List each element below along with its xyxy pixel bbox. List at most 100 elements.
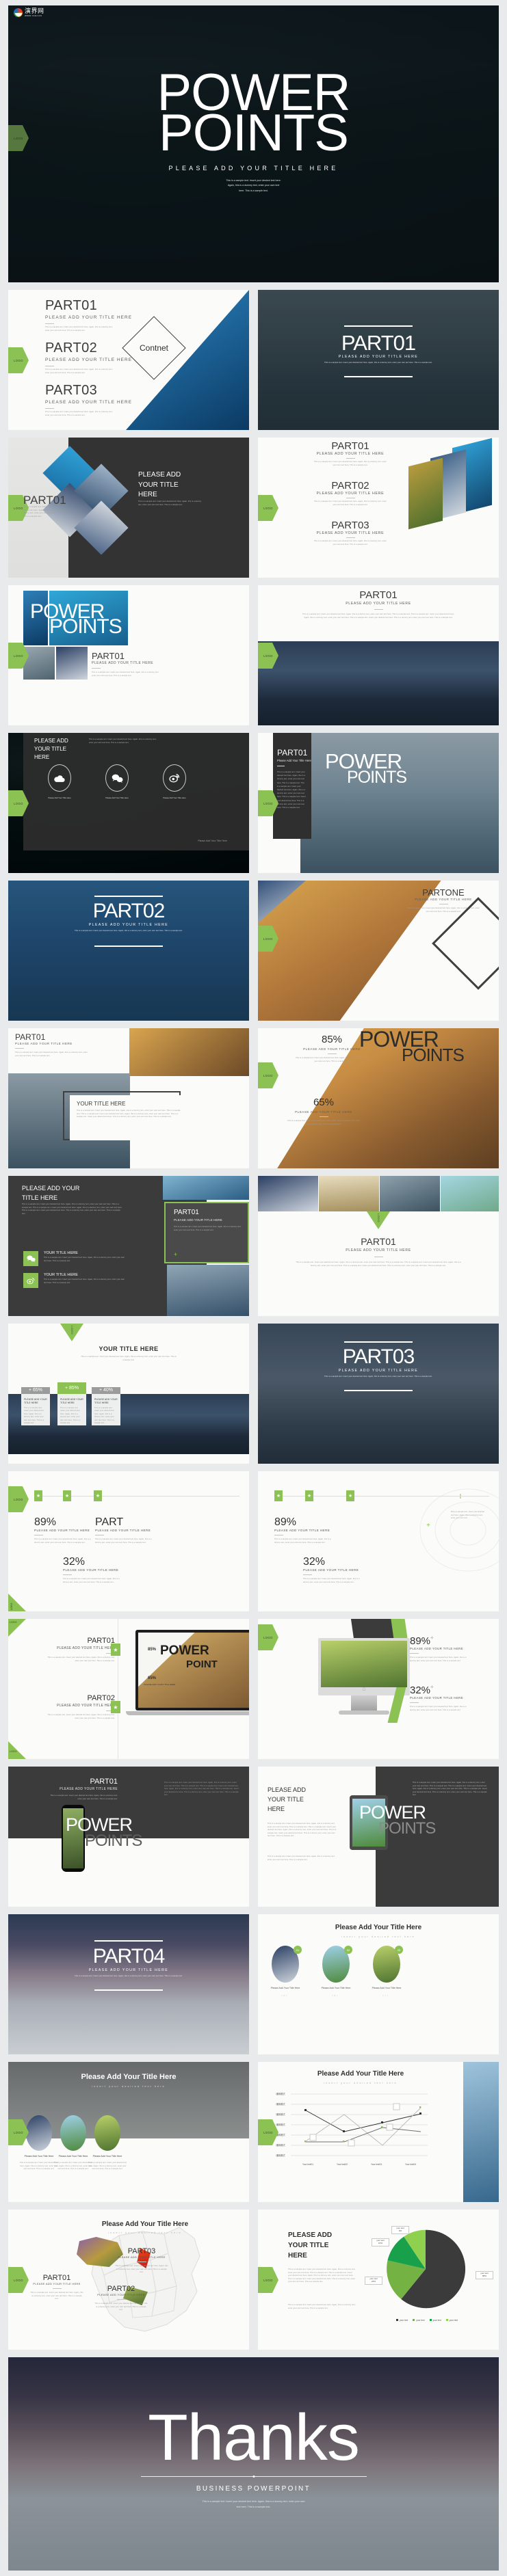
agenda-part-label: PART03 [45,383,98,398]
social-item[interactable]: Please Add Your Title Here [48,764,71,799]
slide-imac-mock[interactable]: LOGO  89% + PLEASE ADD YOUR TITLE HERE … [258,1619,499,1759]
kpi-value: + 85% [57,1382,86,1394]
stat-block[interactable]: 32% PLEASE ADD YOUR TITLE HERE This is a… [303,1556,366,1584]
imac-stat[interactable]: 89% + PLEASE ADD YOUR TITLE HERE This is… [410,1635,492,1663]
dark-row-title: YOUR TITLE HERE [44,1251,78,1255]
template-preview-sheet: 演界网 WWW.YANJ.CN LOGO POWER POINTS PLEASE… [0,0,507,2576]
slide-map[interactable]: LOGO Please Add Your Title Here insert y… [8,2210,249,2350]
slide-two-stats-left[interactable]: LOGO LOGO ★ ★ ★ 89% PLEASE ADD YOUR TITL… [8,1471,249,1611]
star-icon[interactable]: ★ [111,1643,120,1656]
slide-cover[interactable]: 演界网 WWW.YANJ.CN LOGO POWER POINTS PLEASE… [8,5,499,282]
social-item[interactable]: Please Add Your Title Here [163,764,186,799]
slide-agenda[interactable]: Contnet LOGO PART01 PLEASE ADD YOUR TITL… [8,290,249,430]
star-icon[interactable]: ★ [305,1490,313,1501]
agenda-item[interactable]: PART03 PLEASE ADD YOUR TITLE HERE This i… [45,383,132,417]
star-icon[interactable]: ★ [63,1490,71,1501]
logo-badge[interactable]: LOGO [60,1324,83,1341]
dark-list-row[interactable]: YOUR TITLE HERE This is a sample text. I… [23,1273,127,1288]
star-icon[interactable]: ★ [274,1490,283,1501]
dark-card-sub: Please Add Your Title Here [277,759,311,762]
slide-divider-part04[interactable]: PART04 PLEASE ADD YOUR TITLE HERE This i… [8,1914,249,2054]
star-icon[interactable]: ★ [94,1490,102,1501]
agenda-item[interactable]: PART01 PLEASE ADD YOUR TITLE HERE This i… [45,298,132,332]
slide-divider-part01[interactable]: PART01 PLEASE ADD YOUR TITLE HERE This i… [258,290,499,430]
stat-block[interactable]: 89% PLEASE ADD YOUR TITLE HERE This is a… [274,1516,337,1544]
percent-stat[interactable]: 85% PLEASE ADD YOUR TITLE HERE This is a… [284,1034,380,1063]
slide-photo-grid-power[interactable]: LOGO POWER POINTS PART01 PLEASE ADD YOUR… [8,585,249,725]
kpi-card[interactable]: + 65% PLEASE ADD YOUR TITLE HERE This is… [21,1387,50,1425]
stat-block[interactable]: 32% PLEASE ADD YOUR TITLE HERE This is a… [63,1556,126,1584]
logo-badge[interactable]: LOGO [8,1486,29,1512]
map-item[interactable]: PART03 PLEASE ADD YOUR TITLE HERE This i… [104,2247,179,2275]
map-item[interactable]: PART02 PLEASE ADD YOUR TITLE HERE This i… [83,2285,159,2312]
percent-stat[interactable]: 65% PLEASE ADD YOUR TITLE HERE This is a… [276,1097,372,1126]
slide-divider-part03[interactable]: PART03 PLEASE ADD YOUR TITLE HERE This i… [258,1324,499,1464]
logo-badge[interactable]: LOGO [367,1211,390,1229]
kpi-card[interactable]: + 85% PLEASE ADD YOUR TITLE HERE This is… [57,1382,86,1425]
plus-icon[interactable]: + [426,1522,430,1529]
pie-label: your text 23% [365,2277,382,2285]
slide-three-ovals-light[interactable]: Please Add Your Title Here insert your d… [258,1914,499,2054]
cloud-icon[interactable] [48,764,71,792]
slide-divider-part02[interactable]: PART02 PLEASE ADD YOUR TITLE HERE This i… [8,881,249,1021]
apple-icon:  [321,1688,407,1692]
logo-badge[interactable]: LOGO [8,1741,26,1759]
slide-laptop-mock[interactable]: LOGO LOGO PART01 PLEASE ADD YOUR TITLE H… [8,1619,249,1759]
slide-diamond-gallery[interactable]: LOGO PART01 This is a sample text. Inser… [8,438,249,578]
slide-kpi-cards[interactable]: LOGO YOUR TITLE HERE This is a sample te… [8,1324,249,1464]
logo-label: LOGO [263,1635,273,1639]
part-title: PART02 [331,480,369,492]
slide-three-ovals-photo[interactable]: LOGO Please Add Your Title Here insert y… [8,2062,249,2202]
pie-chart [387,2229,466,2309]
stat-block[interactable]: 89% PLEASE ADD YOUR TITLE HERE This is a… [34,1516,97,1544]
green-card[interactable]: PART01 PLEASE ADD YOUR TITLE HERE This i… [164,1202,249,1263]
slide-framed-text[interactable]: PART01 PLEASE ADD YOUR TITLE HERE This i… [8,1028,249,1168]
logo-badge[interactable]: LOGO [258,2267,278,2293]
slide-dark-left-list[interactable]: PLEASE ADD YOUR TITLE HERE This is a sam… [8,1176,249,1316]
slide-partone-diagonal[interactable]: LOGO PARTONE PLEASE ADD YOUR TITLE HERE … [258,881,499,1021]
logo-badge[interactable]: LOGO [8,1619,26,1637]
slide-line-chart[interactable]: LOGO Please Add Your Title Here insert y… [258,2062,499,2202]
social-item[interactable]: Please Add Your Title Here [105,764,129,799]
wechat-icon[interactable] [23,1251,38,1266]
social-label: Please Add Your Title Here [105,796,129,799]
weibo-icon[interactable] [163,764,186,792]
pie-label: your text 10% [372,2238,389,2246]
divider-rule-top [94,1940,163,1942]
star-icon[interactable]: ★ [111,1701,120,1713]
slide-thanks[interactable]: Thanks BUSINESS POWERPOINT This is a sam… [8,2357,499,2571]
kpi-card[interactable]: + 40% PLEASE ADD YOUR TITLE HERE This is… [92,1387,120,1425]
slide-two-stats-radar[interactable]: + + Bring a sample text, insert your des… [258,1471,499,1611]
logo-badge[interactable]: LOGO [258,495,278,521]
slide-city-text[interactable]: LOGO PART01 PLEASE ADD YOUR TITLE HERE T… [258,585,499,725]
imac-stat[interactable]: 32% + PLEASE ADD YOUR TITLE HERE This is… [410,1684,492,1712]
slide-phone-mock[interactable]: LOGO PART01 PLEASE ADD YOUR TITLE HERE T… [8,1767,249,1907]
slide-three-parts-photos[interactable]: LOGO PART01 PLEASE ADD YOUR TITLE HERE T… [258,438,499,578]
slide-pie-chart[interactable]: LOGO PLEASE ADD YOUR TITLE HERE This is … [258,2210,499,2350]
star-icon[interactable]: ★ [346,1490,354,1501]
parts-item[interactable]: PART02 PLEASE ADD YOUR TITLE HERE This i… [285,480,415,507]
wechat-icon[interactable] [105,764,129,792]
logo-badge[interactable]: LOGO [258,1624,278,1650]
yanjie-logo-icon [14,8,23,17]
map-body: This is a sample text. Insert your desir… [115,2265,168,2274]
stat-block[interactable]: PART PLEASE ADD YOUR TITLE HERE This is … [95,1516,158,1544]
parts-item[interactable]: PART03 PLEASE ADD YOUR TITLE HERE This i… [285,520,415,546]
logo-badge[interactable]: LOGO [8,1594,26,1611]
agenda-item[interactable]: PART02 PLEASE ADD YOUR TITLE HERE This i… [45,340,132,375]
plus-icon[interactable]: + [174,1251,177,1258]
logo-badge[interactable]: LOGO [8,347,29,373]
slide-dark-card-power[interactable]: LOGO PART01 Please Add Your Title Here T… [258,733,499,873]
stat-value: PART [95,1516,124,1528]
slide-two-percent-diagonal[interactable]: LOGO POWER POINTS 85% PLEASE ADD YOUR TI… [258,1028,499,1168]
logo-badge[interactable]: LOGO [258,1062,278,1088]
frame-card[interactable]: YOUR TITLE HERE This is a sample text. I… [70,1095,187,1140]
slide-social-icons[interactable]: LOGO PLEASE ADD YOUR TITLE HERE This is … [8,733,249,873]
dark-list-row[interactable]: YOUR TITLE HERE This is a sample text. I… [23,1251,127,1266]
star-icon[interactable]: ★ [34,1490,42,1501]
dark-card-big2: POINTS [347,768,407,787]
weibo-icon[interactable] [23,1273,38,1288]
slide-four-photos-part01[interactable]: LOGO PART01 PLEASE ADD YOUR TITLE HERE T… [258,1176,499,1316]
slide-tablet-mock[interactable]: PLEASE ADD YOUR TITLE HERE This is a sam… [258,1767,499,1907]
parts-item[interactable]: PART01 PLEASE ADD YOUR TITLE HERE This i… [285,440,415,467]
